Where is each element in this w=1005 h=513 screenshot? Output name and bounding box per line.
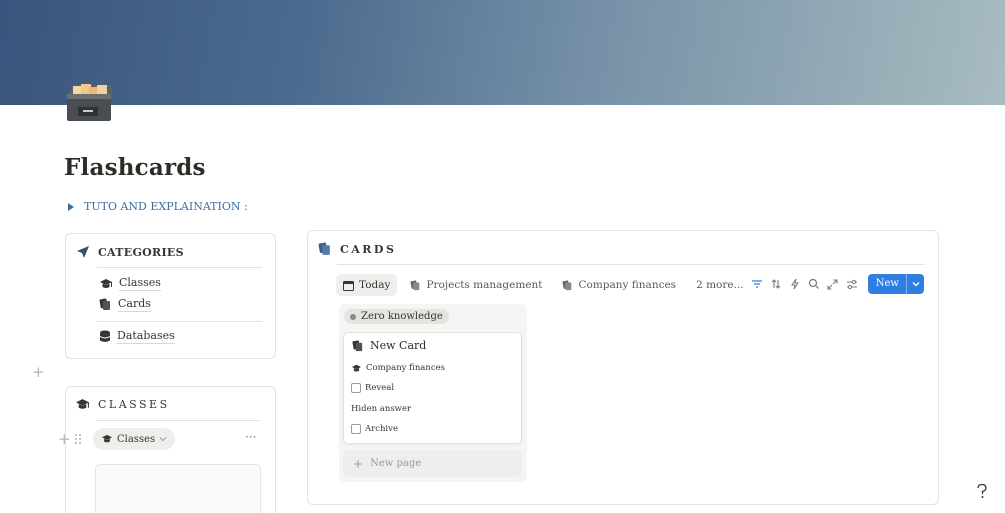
archive-label: Archive [365,424,398,434]
categories-divider-bottom [97,321,262,322]
classes-header: CLASSES [75,398,170,411]
sort-icon[interactable] [769,277,783,291]
cards-title: CARDS [340,242,397,256]
gallery-card-placeholder[interactable] [95,464,261,513]
classes-panel: CLASSES Classes ··· [65,386,276,513]
categories-header: CATEGORIES [76,245,184,259]
view-tabs: Today Projects management Company financ… [336,274,751,296]
card-hidden-answer-row: Hiden answer [351,404,411,414]
board-card[interactable]: New Card Company finances Reveal Hiden a… [343,332,522,444]
tab-more[interactable]: 2 more... [689,274,751,296]
cards-header: CARDS [318,242,396,256]
graduation-cap-icon [99,278,113,290]
add-block-plus-icon[interactable]: + [32,363,45,381]
search-icon[interactable] [807,277,821,291]
drag-handle-icon[interactable] [74,431,82,449]
page-cover [0,0,1005,105]
help-button[interactable]: ? [972,481,992,501]
cards-icon [99,298,112,311]
classes-divider [96,420,261,421]
calendar-icon [343,280,354,291]
toggle-arrow-icon[interactable] [68,202,74,211]
board-column: Zero knowledge New Card Company finances… [339,304,527,482]
tutorial-toggle[interactable]: TUTO AND EXPLAINATION : [68,200,248,213]
cards-icon [352,339,364,352]
new-button-label: New [875,278,899,289]
category-item-databases[interactable]: Databases [99,329,175,344]
automation-lightning-icon[interactable] [788,277,802,291]
status-dot-icon [350,313,356,320]
cards-icon [318,242,332,256]
categories-panel: CATEGORIES Classes Cards Databases [65,233,276,359]
graduation-cap-icon [351,364,362,373]
classes-title: CLASSES [98,398,170,411]
expand-icon[interactable] [826,277,840,291]
graduation-cap-icon [101,434,113,444]
category-item-cards[interactable]: Cards [99,297,151,312]
card-title-text: New Card [370,339,427,352]
view-label: Classes [117,433,156,445]
tab-today[interactable]: Today [336,274,398,296]
new-button[interactable]: New [867,274,924,294]
categories-title: CATEGORIES [98,245,184,259]
tab-label: Projects management [426,279,543,291]
reveal-checkbox[interactable] [351,383,361,393]
cards-panel: CARDS Today Projects management Company … [307,230,939,505]
categories-divider-top [97,267,262,268]
archive-checkbox[interactable] [351,424,361,434]
card-archive-row: Archive [351,424,398,434]
cards-divider [337,264,925,265]
cards-icon [562,279,573,291]
category-label: Cards [118,297,151,312]
settings-sliders-icon[interactable] [845,277,859,291]
more-options-icon[interactable]: ··· [245,430,256,444]
card-class-label: Company finances [366,363,446,373]
category-label: Databases [117,329,175,344]
category-item-classes[interactable]: Classes [99,276,161,291]
reveal-label: Reveal [365,383,395,393]
classes-view-chip[interactable]: Classes [93,428,176,450]
new-page-button[interactable]: + New page [343,450,522,477]
tab-label: Today [359,279,391,291]
new-page-label: New page [370,458,422,469]
tab-company-finances[interactable]: Company finances [555,274,683,296]
tab-label: Company finances [578,279,677,291]
card-reveal-row: Reveal [351,383,394,393]
group-label: Zero knowledge [361,311,443,322]
group-label-chip[interactable]: Zero knowledge [344,309,449,324]
graduation-cap-icon [75,398,90,411]
database-icon [99,330,111,343]
add-block-plus-icon[interactable]: + [58,430,71,448]
toggle-label: TUTO AND EXPLAINATION : [84,200,248,213]
hidden-answer-label: Hiden answer [351,404,412,414]
card-title: New Card [352,339,426,352]
page-title: Flashcards [64,154,206,181]
chevron-down-icon [159,436,167,442]
chevron-down-icon[interactable] [906,274,924,294]
card-file-box-icon[interactable] [65,82,115,124]
tab-projects-management[interactable]: Projects management [403,274,549,296]
filter-icon[interactable] [750,277,764,291]
navigation-arrow-icon [76,245,90,259]
cards-icon [410,279,421,291]
category-label: Classes [119,276,161,291]
database-toolbar: New [750,274,924,294]
card-class-row: Company finances [351,363,445,373]
plus-icon: + [353,456,364,471]
